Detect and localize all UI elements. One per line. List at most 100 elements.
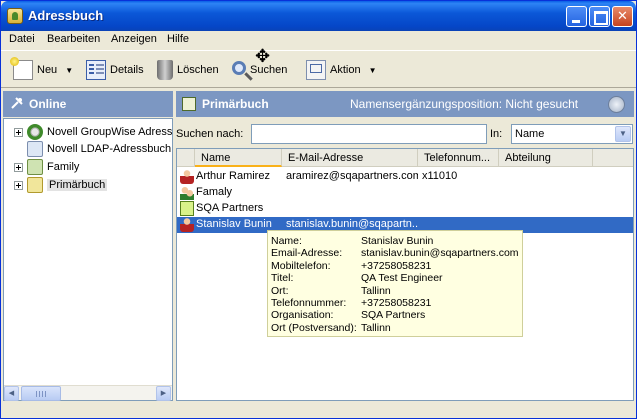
tooltip-key: Telefonnummer: <box>271 296 347 309</box>
right-pane-title: Primärbuch <box>202 97 269 111</box>
tree-item-family[interactable]: Family <box>4 158 172 176</box>
window-title: Adressbuch <box>28 8 104 23</box>
menu-hilfe[interactable]: Hilfe <box>167 33 189 45</box>
tooltip-value: +37258058231 <box>361 259 432 272</box>
delete-button-label: Löschen <box>177 64 219 76</box>
menu-datei[interactable]: Datei <box>9 33 35 45</box>
column-header-phone[interactable]: Telefonnum... <box>418 149 499 167</box>
ldap-icon <box>27 141 43 157</box>
person-icon <box>180 169 194 184</box>
tooltip-key: Email-Adresse: <box>271 247 343 260</box>
column-header-email[interactable]: E-Mail-Adresse <box>282 149 418 167</box>
tree-item-label: Family <box>47 161 80 173</box>
contact-name: Famaly <box>196 186 233 198</box>
menu-bearbeiten[interactable]: Bearbeiten <box>47 33 100 45</box>
tooltip-row: Email-Adresse: stanislav.bunin@sqapartner… <box>270 247 522 259</box>
search-field-value: Name <box>515 128 545 140</box>
expand-icon[interactable] <box>14 162 23 172</box>
contact-row[interactable]: SQA Partners <box>177 201 633 217</box>
minimize-button[interactable] <box>566 6 587 27</box>
menu-anzeigen[interactable]: Anzeigen <box>111 33 157 45</box>
contact-details-tooltip: Name: Stanislav Bunin Email-Adresse: stani… <box>267 230 523 337</box>
new-button[interactable]: Neu ▼ <box>10 57 73 82</box>
address-book-window: Adressbuch ✕ Datei Bearbeiten Anzeigen H… <box>0 0 637 419</box>
contact-row[interactable]: Arthur Ramirez aramirez@sqapartners.com … <box>177 169 633 185</box>
action-dropdown-icon[interactable]: ▼ <box>369 66 377 75</box>
action-button[interactable]: Aktion ▼ <box>306 58 377 82</box>
tooltip-row: Ort (Postversand): Tallinn <box>270 322 522 334</box>
address-book-app-icon <box>7 8 23 24</box>
online-icon <box>11 97 23 109</box>
tree-horizontal-scrollbar[interactable]: ◀ ▶ <box>4 385 172 401</box>
tree-item-ldap[interactable]: Novell LDAP-Adressbuch <box>4 140 172 158</box>
tooltip-row: Ort: Tallinn <box>270 285 522 297</box>
tooltip-value: Stanislav Bunin <box>361 235 434 247</box>
contact-email: aramirez@sqapartners.com <box>286 170 418 182</box>
left-pane-header: Online <box>3 91 173 117</box>
tree-item-label: Novell LDAP-Adressbuch <box>47 143 172 155</box>
tooltip-row: Telefonnummer: +37258058231 <box>270 297 522 309</box>
address-book-icon <box>182 97 196 111</box>
move-cursor-icon: ✥ <box>255 46 271 66</box>
tooltip-key: Titel: <box>271 272 294 285</box>
contact-name: Arthur Ramirez <box>196 170 270 182</box>
magnifier-icon <box>232 61 246 75</box>
book-icon <box>27 159 43 175</box>
name-completion-icon[interactable] <box>608 96 625 113</box>
tooltip-value: Tallinn <box>361 321 391 334</box>
action-icon <box>306 60 326 80</box>
book-icon <box>27 177 43 193</box>
search-input[interactable] <box>251 124 487 144</box>
list-header: Name E-Mail-Adresse Telefonnum... Abteil… <box>177 149 633 167</box>
contact-email: stanislav.bunin@sqapartn... <box>286 218 418 230</box>
contact-row[interactable]: Famaly <box>177 185 633 201</box>
maximize-button[interactable] <box>589 6 610 27</box>
new-dropdown-icon[interactable]: ▼ <box>65 66 73 75</box>
tooltip-value: Tallinn <box>361 284 391 297</box>
group-icon <box>180 185 194 200</box>
tree-item-groupwise[interactable]: Novell GroupWise Adress <box>4 123 173 141</box>
organization-icon <box>180 201 194 216</box>
column-header-department[interactable]: Abteilung <box>499 149 593 167</box>
icon-column-header[interactable] <box>177 149 195 167</box>
person-icon <box>180 217 194 232</box>
new-contact-icon <box>10 57 33 80</box>
address-book-tree: Novell GroupWise Adress Novell LDAP-Adre… <box>3 118 173 401</box>
scroll-left-icon[interactable]: ◀ <box>4 386 19 401</box>
menu-bar: Datei Bearbeiten Anzeigen Hilfe <box>1 31 636 49</box>
tooltip-key: Organisation: <box>271 309 334 322</box>
tooltip-row: Titel: QA Test Engineer <box>270 272 522 284</box>
expand-icon[interactable] <box>14 127 23 137</box>
tree-item-label: Novell GroupWise Adress <box>47 126 173 138</box>
search-in-label: In: <box>490 128 503 140</box>
new-button-label: Neu <box>37 64 58 76</box>
close-button[interactable]: ✕ <box>612 6 633 27</box>
tooltip-key: Name: <box>271 235 302 247</box>
tooltip-value: QA Test Engineer <box>361 272 443 285</box>
left-pane-title: Online <box>29 97 67 111</box>
contact-name: SQA Partners <box>196 202 264 214</box>
details-button[interactable]: Details <box>86 58 144 82</box>
expand-icon[interactable] <box>14 180 23 190</box>
tooltip-value: +37258058231 <box>361 296 432 309</box>
tooltip-row: Name: Stanislav Bunin <box>270 235 522 247</box>
tree-item-primaerbuch[interactable]: Primärbuch <box>4 176 172 194</box>
scroll-right-icon[interactable]: ▶ <box>156 386 171 401</box>
tooltip-key: Ort: <box>271 284 289 297</box>
search-label: Suchen nach: <box>176 128 244 140</box>
search-row: Suchen nach: In: Name ▼ <box>176 123 634 145</box>
chevron-down-icon[interactable]: ▼ <box>615 126 631 142</box>
right-pane-header: Primärbuch Namensergänzungsposition: Nic… <box>176 91 634 117</box>
tree-item-label: Primärbuch <box>47 179 108 191</box>
tooltip-value: stanislav.bunin@sqapartners.com <box>361 247 519 260</box>
tooltip-value: SQA Partners <box>361 309 426 322</box>
tooltip-key: Mobiltelefon: <box>271 259 331 272</box>
details-button-label: Details <box>110 64 144 76</box>
delete-button[interactable]: Löschen <box>155 58 219 82</box>
tooltip-key: Ort (Postversand): <box>271 321 357 334</box>
title-bar: Adressbuch ✕ <box>1 1 636 31</box>
contact-name: Stanislav Bunin <box>196 218 272 230</box>
search-field-select[interactable]: Name ▼ <box>511 124 633 144</box>
column-header-name[interactable]: Name <box>195 149 282 167</box>
scrollbar-thumb[interactable] <box>21 386 61 401</box>
